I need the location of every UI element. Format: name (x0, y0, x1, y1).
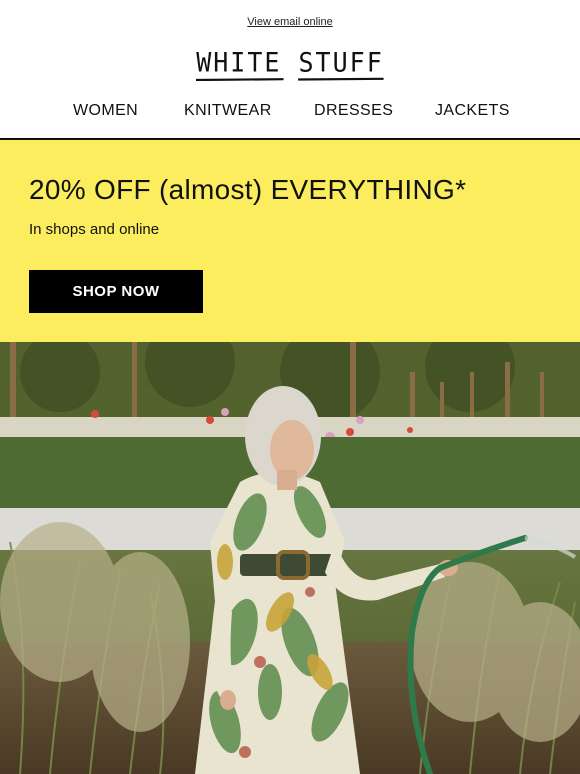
main-nav: WOMEN KNITWEAR DRESSES JACKETS (0, 102, 580, 124)
logo-underline-icon (196, 77, 384, 81)
logo-area: WHITE STUFF (0, 47, 580, 81)
nav-jackets[interactable]: JACKETS (435, 102, 510, 120)
brand-logo[interactable]: WHITE STUFF (196, 47, 384, 81)
hero-photo-icon (0, 342, 580, 774)
view-email-online-link[interactable]: View email online (247, 16, 332, 28)
view-online-bar: View email online (0, 12, 580, 30)
hero-image[interactable] (0, 342, 580, 774)
nav-dresses[interactable]: DRESSES (314, 102, 393, 120)
shop-now-button[interactable]: SHOP NOW (29, 270, 203, 313)
promo-banner: 20% OFF (almost) EVERYTHING* In shops an… (0, 140, 580, 342)
promo-headline: 20% OFF (almost) EVERYTHING* (29, 174, 467, 205)
nav-knitwear[interactable]: KNITWEAR (184, 102, 272, 120)
nav-women[interactable]: WOMEN (73, 102, 138, 120)
promo-subtext: In shops and online (29, 221, 160, 238)
brand-logo-text: WHITE STUFF (196, 47, 384, 78)
